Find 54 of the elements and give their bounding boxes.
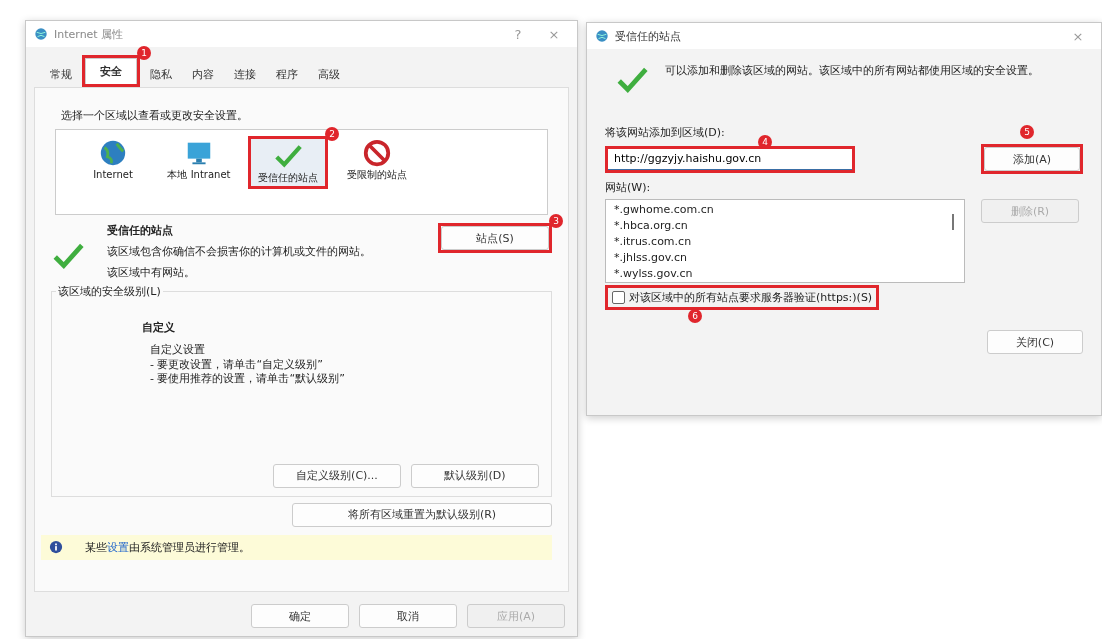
zone-description: 该区域包含你确信不会损害你的计算机或文件的网站。 (107, 244, 372, 260)
prohibited-icon (362, 138, 392, 168)
step-badge: 2 (325, 127, 339, 141)
step-badge: 5 (1020, 125, 1034, 139)
window-title: 受信任的站点 (615, 28, 681, 44)
site-item[interactable]: *.itrus.com.cn (614, 234, 956, 250)
tab[interactable]: 安全 (85, 58, 137, 84)
level-button[interactable]: 默认级别(D) (411, 463, 539, 488)
close-dialog-button[interactable]: 关闭(C) (987, 330, 1083, 354)
sites-button[interactable]: 站点(S) (441, 226, 549, 250)
level-button[interactable]: 自定义级别(C)... (273, 463, 401, 488)
zone-prompt: 选择一个区域以查看或更改安全设置。 (61, 108, 249, 123)
tab[interactable]: 连接 (224, 62, 266, 87)
step-badge: 4 (758, 134, 772, 149)
window-title: Internet 属性 (54, 26, 124, 42)
level-name: 自定义 (142, 319, 176, 335)
site-item[interactable]: *.wylss.gov.cn (614, 266, 956, 282)
step-badge: 1 (137, 46, 151, 60)
step-badge: 6 (688, 309, 702, 323)
url-input-field[interactable]: http://ggzyjy.haishu.gov.cn (608, 148, 852, 170)
site-item[interactable]: *.jhlss.gov.cn (614, 250, 956, 266)
site-item[interactable]: *.gwhome.com.cn (614, 202, 956, 218)
group-legend: 该区域的安全级别(L) (56, 283, 163, 299)
level-description: - 要使用推荐的设置，请单击“默认级别” (150, 372, 346, 388)
tab[interactable]: 隐私 (140, 62, 182, 87)
reset-button[interactable]: 将所有区域重置为默认级别(R) (292, 502, 552, 527)
add-button[interactable]: 添加(A) (984, 147, 1080, 171)
zone-item[interactable]: 本地 Intranet (162, 136, 236, 183)
zone-item[interactable]: 受限制的站点 (340, 136, 414, 183)
zone-item[interactable]: 受信任的站点 (251, 139, 325, 186)
zone-title: 受信任的站点 (107, 223, 174, 238)
step-badge: 3 (549, 214, 563, 228)
dialog-description: 可以添加和删除该区域的网站。该区域中的所有网站都使用区域的安全设置。 (665, 63, 1039, 79)
site-item[interactable]: *.hbca.org.cn (614, 218, 956, 234)
level-description: 自定义设置 (150, 342, 206, 358)
zone-status: 该区域中有网站。 (107, 265, 196, 281)
info-icon (49, 540, 63, 555)
dialog-button[interactable]: 确定 (251, 604, 349, 628)
globe-icon (595, 29, 609, 43)
tab[interactable]: 内容 (182, 62, 224, 87)
tab[interactable]: 高级 (308, 62, 350, 87)
tab[interactable]: 程序 (266, 62, 308, 87)
scroll-thumb[interactable] (952, 214, 954, 230)
zone-item[interactable]: Internet (76, 136, 150, 183)
settings-link[interactable]: 设置 (107, 540, 129, 554)
https-checkbox[interactable]: 对该区域中的所有站点要求服务器验证(https:)(S) (612, 290, 873, 305)
field-label: 将该网站添加到区域(D): (605, 125, 725, 140)
globe-icon (34, 27, 48, 41)
info-message: 某些设置由系统管理员进行管理。 (85, 539, 250, 555)
list-label: 网站(W): (605, 180, 651, 195)
dialog-button[interactable]: 取消 (359, 604, 457, 628)
tab[interactable]: 常规 (40, 62, 82, 87)
level-description: - 要更改设置，请单击“自定义级别” (150, 357, 324, 373)
globe-icon (98, 138, 128, 168)
